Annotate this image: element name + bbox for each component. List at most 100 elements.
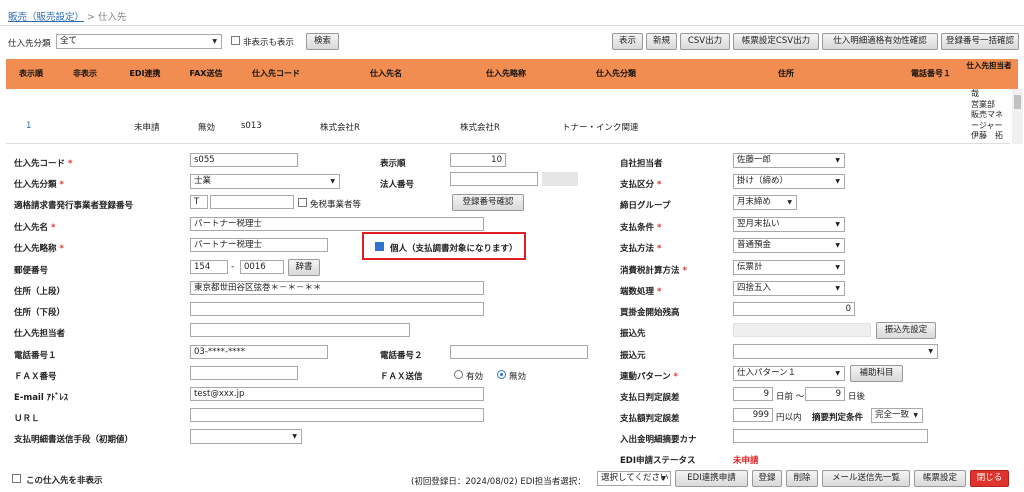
address2-input[interactable]: [190, 302, 484, 316]
paydiv-select[interactable]: 掛け（締め） ▼: [733, 174, 845, 189]
fax-on-radio[interactable]: [454, 370, 463, 379]
reg-number-input[interactable]: [210, 195, 294, 209]
day-after-input[interactable]: 9: [805, 387, 845, 401]
edi-status-label: EDI申請ステータス: [620, 456, 696, 466]
round-select[interactable]: 四捨五入 ▼: [733, 281, 845, 296]
source-select[interactable]: ▼: [733, 344, 938, 359]
tel2-label: 電話番号２: [380, 351, 423, 361]
close-button[interactable]: 閉じる: [970, 470, 1009, 487]
mail-list-button[interactable]: メール送信先一覧: [822, 470, 910, 487]
tax-label: 消費税計算方法 *: [620, 266, 687, 276]
fax-input[interactable]: [190, 366, 298, 380]
col-phone: 電話番号１: [911, 69, 951, 78]
method-select[interactable]: 普通預金 ▼: [733, 238, 845, 253]
chevron-down-icon: ▼: [212, 38, 217, 45]
name-label: 仕入先名 *: [14, 223, 56, 233]
csv-export-button[interactable]: CSV出力: [680, 33, 730, 50]
hide-supplier-checkbox[interactable]: [12, 474, 21, 483]
zip1-input[interactable]: 154: [190, 260, 228, 274]
kana-input[interactable]: [733, 429, 928, 443]
bank-label: 振込先: [620, 329, 646, 339]
category-filter-select[interactable]: 全て ▼: [56, 34, 222, 49]
footer-info: (初回登録日：2024/08/02) EDI担当者選択：: [411, 477, 586, 487]
corp-label: 法人番号: [380, 180, 415, 190]
table-scrollbar[interactable]: [1012, 89, 1023, 144]
delete-button[interactable]: 削除: [786, 470, 818, 487]
rep-label: 自社担当者: [620, 159, 663, 169]
search-button[interactable]: 検索: [306, 33, 339, 50]
supplier-code-input[interactable]: s055: [190, 153, 298, 167]
col-hidden: 非表示: [73, 69, 97, 78]
addr1-label: 住所（上段）: [14, 287, 66, 297]
pattern-label: 連動パターン *: [620, 372, 678, 382]
fax-send-label: ＦＡＸ送信: [380, 372, 423, 382]
supplier-name-input[interactable]: パートナー税理士: [190, 217, 484, 231]
breadcrumb: 販売（販売設定） > 仕入先: [8, 12, 127, 23]
pattern-select[interactable]: 仕入パターン１ ▼: [733, 366, 845, 381]
personal-checkbox[interactable]: [375, 242, 384, 251]
amount-error-label: 支払額判定誤差: [620, 414, 680, 424]
col-short: 仕入先略称: [486, 69, 526, 78]
form-settings-button[interactable]: 帳票設定: [914, 470, 966, 487]
short-label: 仕入先略称 *: [14, 244, 64, 254]
summary-cond-select[interactable]: 完全一致 ▼: [871, 408, 923, 423]
show-hidden-checkbox[interactable]: [231, 36, 240, 45]
new-button[interactable]: 新規: [646, 33, 677, 50]
breadcrumb-link[interactable]: 販売（販売設定）: [8, 12, 84, 23]
tax-select[interactable]: 伝票計 ▼: [733, 260, 845, 275]
balance-input[interactable]: 0: [733, 302, 855, 316]
rep-select[interactable]: 佐藤一郎 ▼: [733, 153, 845, 168]
aux-account-button[interactable]: 補助科目: [850, 365, 903, 382]
fax-off-radio[interactable]: [497, 370, 506, 379]
dictionary-button[interactable]: 辞書: [288, 259, 320, 276]
exempt-checkbox[interactable]: [298, 198, 307, 207]
balance-label: 買掛金開始残高: [620, 308, 680, 318]
close-label: 締日グループ: [620, 201, 671, 211]
tel1-label: 電話番号１: [14, 351, 57, 361]
url-label: ＵＲＬ: [14, 414, 40, 424]
show-button[interactable]: 表示: [612, 33, 643, 50]
bank-display: [733, 323, 871, 337]
col-address: 住所: [778, 69, 794, 78]
tel2-input[interactable]: [450, 345, 588, 359]
save-button[interactable]: 登録: [752, 470, 782, 487]
email-input[interactable]: test@xxx.jp: [190, 387, 484, 401]
url-input[interactable]: [190, 408, 484, 422]
form-csv-export-button[interactable]: 帳票設定CSV出力: [733, 33, 819, 50]
category-select[interactable]: 士業 ▼: [190, 174, 340, 189]
order-input[interactable]: 10: [450, 153, 506, 167]
day-before-input[interactable]: 9: [733, 387, 773, 401]
table-row[interactable]: 1 未申請 無効 s013 株式会社R 株式会社R トナー・インク関連 哉 営業…: [6, 89, 1010, 144]
edi-apply-button[interactable]: EDI連携申請: [675, 470, 748, 487]
kana-label: 入出金明細摘要カナ: [620, 435, 697, 445]
filter-label: 仕入先分類: [8, 39, 51, 49]
col-staff: 仕入先担当者: [966, 61, 1012, 70]
table-header: 表示順 非表示 EDI連携 FAX送信 仕入先コード 仕入先名 仕入先略称 仕入…: [6, 59, 1018, 89]
reg-label: 適格請求書発行事業者登録番号: [14, 201, 134, 211]
close-select[interactable]: 月末締め ▼: [733, 195, 797, 210]
send-method-select[interactable]: ▼: [190, 429, 302, 444]
show-hidden-label: 非表示も表示: [243, 38, 295, 48]
col-edi: EDI連携: [129, 69, 161, 78]
bulk-reg-check-button[interactable]: 登録番号一括確認: [941, 33, 1019, 50]
corp-extra: [542, 172, 578, 186]
day-error-label: 支払日判定誤差: [620, 393, 680, 403]
short-name-input[interactable]: パートナー税理士: [190, 238, 328, 252]
amount-input[interactable]: 999: [733, 408, 773, 422]
zip2-input[interactable]: 0016: [240, 260, 284, 274]
address1-input[interactable]: 東京都世田谷区弦巻＊－＊－＊＊: [190, 281, 484, 295]
staff-input[interactable]: [190, 323, 410, 337]
validity-check-button[interactable]: 仕入明細適格有効性確認: [822, 33, 938, 50]
edi-staff-select[interactable]: 選択してください ▼: [597, 471, 671, 486]
hide-supplier-label: この仕入先を非表示: [26, 476, 103, 486]
staff-label: 仕入先担当者: [14, 329, 66, 339]
tel1-input[interactable]: 03-****-****: [190, 345, 328, 359]
reg-prefix: T: [190, 195, 208, 209]
corp-number-input[interactable]: [450, 172, 538, 186]
reg-check-button[interactable]: 登録番号確認: [452, 194, 524, 211]
bank-settings-button[interactable]: 振込先設定: [876, 322, 936, 339]
cond-select[interactable]: 翌月末払い ▼: [733, 217, 845, 232]
exempt-label: 免税事業者等: [310, 200, 362, 210]
addr2-label: 住所（下段）: [14, 308, 66, 318]
summary-cond-label: 摘要判定条件: [812, 413, 864, 423]
